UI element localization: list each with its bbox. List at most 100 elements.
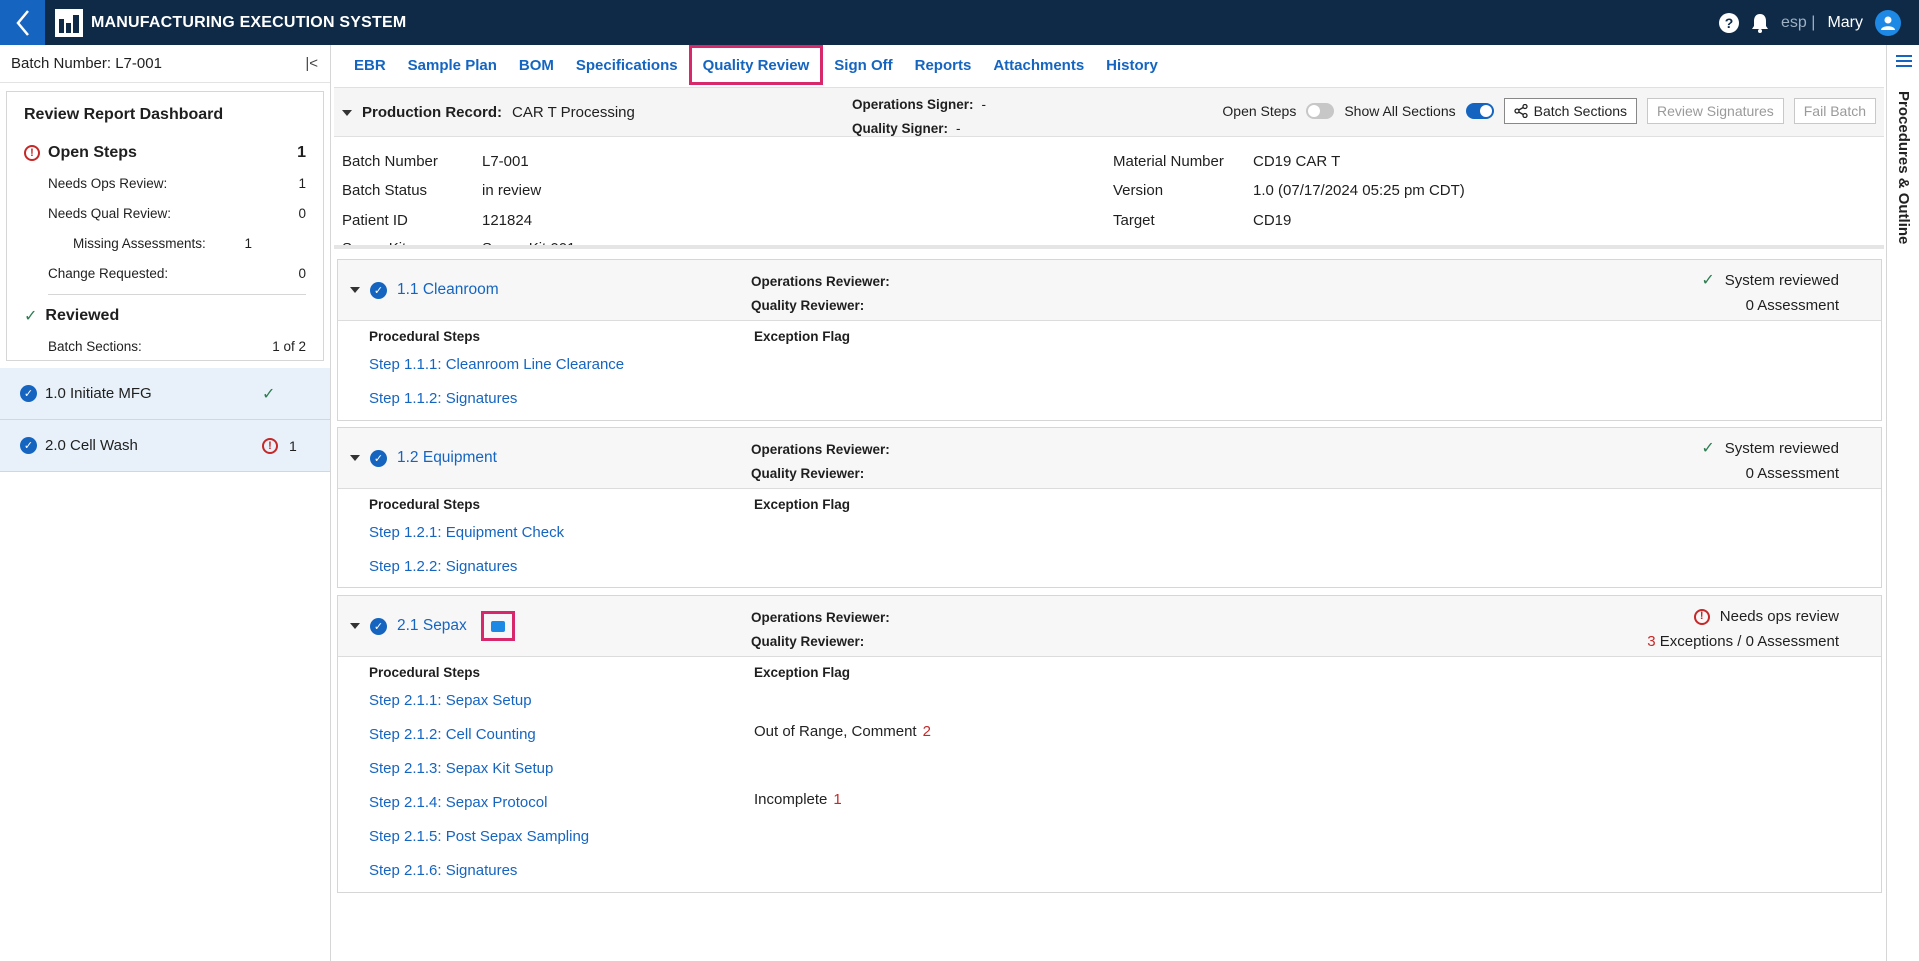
caret-down-icon[interactable] xyxy=(350,287,360,293)
step-row: Step 1.1.1: Cleanroom Line Clearance xyxy=(338,347,1881,381)
batch-number-label: Batch Number: L7-001 xyxy=(11,55,162,72)
checkmark-icon: ✓ xyxy=(1701,272,1715,289)
left-sidebar: Batch Number: L7-001 |< Review Report Da… xyxy=(0,45,331,961)
missing-assessments-row[interactable]: Missing Assessments: 1 xyxy=(24,228,306,258)
panel-status: ✓ System reviewed 0 Assessment xyxy=(1701,436,1839,486)
tab-bom[interactable]: BOM xyxy=(508,45,565,85)
target-key: Target xyxy=(1113,212,1155,229)
procedures-outline-tab[interactable]: Procedures & Outline xyxy=(1895,91,1912,244)
sidebar-item-initiate-mfg[interactable]: ✓ 1.0 Initiate MFG ✓ xyxy=(0,368,330,420)
user-name[interactable]: Mary xyxy=(1827,14,1863,32)
batch-number-value: L7-001 xyxy=(482,153,529,170)
back-button[interactable] xyxy=(0,0,45,45)
review-signatures-button[interactable]: Review Signatures xyxy=(1647,98,1784,124)
open-steps-toggle[interactable] xyxy=(1306,103,1335,119)
panel-title-link[interactable]: 1.1 Cleanroom xyxy=(397,281,499,299)
step-row: Step 2.1.6: Signatures xyxy=(338,853,1881,887)
tab-quality-review[interactable]: Quality Review xyxy=(688,45,824,85)
top-bar: MANUFACTURING EXECUTION SYSTEM ? esp | M… xyxy=(0,0,1919,45)
tab-ebr[interactable]: EBR xyxy=(343,45,397,85)
panel-title-link[interactable]: 1.2 Equipment xyxy=(397,449,497,467)
comment-button[interactable] xyxy=(480,611,515,641)
version-value: 1.0 (07/17/2024 05:25 pm CDT) xyxy=(1253,182,1465,199)
alert-icon: ! xyxy=(262,437,278,454)
batch-status-key: Batch Status xyxy=(342,182,428,199)
tab-specifications[interactable]: Specifications xyxy=(565,45,689,85)
batch-status-value: in review xyxy=(482,182,542,199)
step-link[interactable]: Step 1.2.1: Equipment Check xyxy=(369,524,564,541)
checkmark-icon: ✓ xyxy=(1701,440,1715,457)
section-panel-equipment: ✓ 1.2 Equipment Operations Reviewer: Qual… xyxy=(337,427,1882,588)
language-selector[interactable]: esp | xyxy=(1781,14,1815,32)
signers: Operations Signer: - Quality Signer: - xyxy=(852,97,987,136)
show-all-toggle-label: Show All Sections xyxy=(1344,103,1456,119)
material-number-key: Material Number xyxy=(1113,153,1224,170)
needs-ops-row[interactable]: Needs Ops Review: 1 xyxy=(24,168,306,198)
checked-circle-icon: ✓ xyxy=(370,449,387,467)
tab-reports[interactable]: Reports xyxy=(904,45,983,85)
target-value: CD19 xyxy=(1253,212,1292,229)
change-requested-row[interactable]: Change Requested: 0 xyxy=(24,258,306,288)
fail-batch-button[interactable]: Fail Batch xyxy=(1793,98,1876,124)
needs-qual-row[interactable]: Needs Qual Review: 0 xyxy=(24,198,306,228)
batch-number-key: Batch Number xyxy=(342,153,438,170)
alert-icon: ! xyxy=(24,145,40,161)
panel-header: ✓ 1.2 Equipment Operations Reviewer: Qual… xyxy=(338,428,1881,489)
user-avatar-icon[interactable] xyxy=(1875,9,1901,36)
step-row: Step 2.1.2: Cell Counting Out of Range, … xyxy=(338,717,1881,751)
step-link[interactable]: Step 2.1.5: Post Sepax Sampling xyxy=(369,828,589,845)
section-exception-count: 1 xyxy=(289,437,297,454)
alert-icon: ! xyxy=(1693,608,1710,625)
exception-flag[interactable]: Out of Range, Comment 2 xyxy=(754,723,931,740)
show-all-sections-toggle[interactable] xyxy=(1465,103,1494,119)
step-link[interactable]: Step 2.1.4: Sepax Protocol xyxy=(369,794,547,811)
help-icon[interactable]: ? xyxy=(1719,12,1740,33)
divider xyxy=(48,294,306,295)
step-link[interactable]: Step 2.1.1: Sepax Setup xyxy=(369,692,532,709)
panel-header: ✓ 1.1 Cleanroom Operations Reviewer: Qual… xyxy=(338,260,1881,321)
factory-icon xyxy=(55,8,83,37)
open-steps-row[interactable]: ! Open Steps 1 xyxy=(24,138,306,168)
step-row: Step 2.1.5: Post Sepax Sampling xyxy=(338,819,1881,853)
exception-flag[interactable]: Incomplete 1 xyxy=(754,791,842,808)
review-dashboard: Review Report Dashboard ! Open Steps 1 Ne… xyxy=(6,91,324,361)
app-title: MANUFACTURING EXECUTION SYSTEM xyxy=(91,13,407,31)
batch-sections-row: Batch Sections: 1 of 2 xyxy=(48,338,306,354)
sepax-kit-value: Sepax Kit 001 xyxy=(482,240,576,249)
tab-sign-off[interactable]: Sign Off xyxy=(823,45,903,85)
caret-down-icon[interactable] xyxy=(342,109,352,116)
step-link[interactable]: Step 2.1.6: Signatures xyxy=(369,862,517,879)
tab-attachments[interactable]: Attachments xyxy=(982,45,1095,85)
share-icon xyxy=(1513,104,1528,118)
open-steps-toggle-label: Open Steps xyxy=(1222,103,1297,119)
step-link[interactable]: Step 1.2.2: Signatures xyxy=(369,558,517,575)
tab-bar: EBR Sample Plan BOM Specifications Quali… xyxy=(331,45,1886,85)
checked-circle-icon: ✓ xyxy=(20,385,37,402)
reviewed-row[interactable]: ✓ Reviewed xyxy=(24,301,306,331)
step-row: Step 1.2.1: Equipment Check xyxy=(338,515,1881,549)
menu-icon[interactable] xyxy=(1896,55,1912,70)
step-link[interactable]: Step 2.1.2: Cell Counting xyxy=(369,726,536,743)
production-record-bar: Production Record: CAR T Processing Oper… xyxy=(334,87,1884,137)
checked-circle-icon: ✓ xyxy=(370,281,387,299)
collapse-sidebar-icon[interactable]: |< xyxy=(305,55,318,72)
version-key: Version xyxy=(1113,182,1164,199)
bell-icon[interactable] xyxy=(1751,13,1769,33)
step-row: Step 1.1.2: Signatures xyxy=(338,381,1881,415)
tab-sample-plan[interactable]: Sample Plan xyxy=(397,45,508,85)
caret-down-icon[interactable] xyxy=(350,455,360,461)
section-panel-cleanroom: ✓ 1.1 Cleanroom Operations Reviewer: Qual… xyxy=(337,259,1882,421)
step-link[interactable]: Step 1.1.1: Cleanroom Line Clearance xyxy=(369,356,624,373)
patient-id-key: Patient ID xyxy=(342,212,408,229)
sidebar-item-cell-wash[interactable]: ✓ 2.0 Cell Wash ! 1 xyxy=(0,420,330,472)
checked-circle-icon: ✓ xyxy=(370,617,387,635)
batch-sections-button[interactable]: Batch Sections xyxy=(1503,98,1638,124)
panel-title-link[interactable]: 2.1 Sepax xyxy=(397,617,467,635)
step-row: Step 2.1.4: Sepax Protocol Incomplete 1 xyxy=(338,785,1881,819)
tab-history[interactable]: History xyxy=(1095,45,1169,85)
dashboard-title: Review Report Dashboard xyxy=(24,106,224,123)
checkmark-icon: ✓ xyxy=(262,385,276,403)
step-link[interactable]: Step 2.1.3: Sepax Kit Setup xyxy=(369,760,553,777)
step-link[interactable]: Step 1.1.2: Signatures xyxy=(369,390,517,407)
caret-down-icon[interactable] xyxy=(350,623,360,629)
